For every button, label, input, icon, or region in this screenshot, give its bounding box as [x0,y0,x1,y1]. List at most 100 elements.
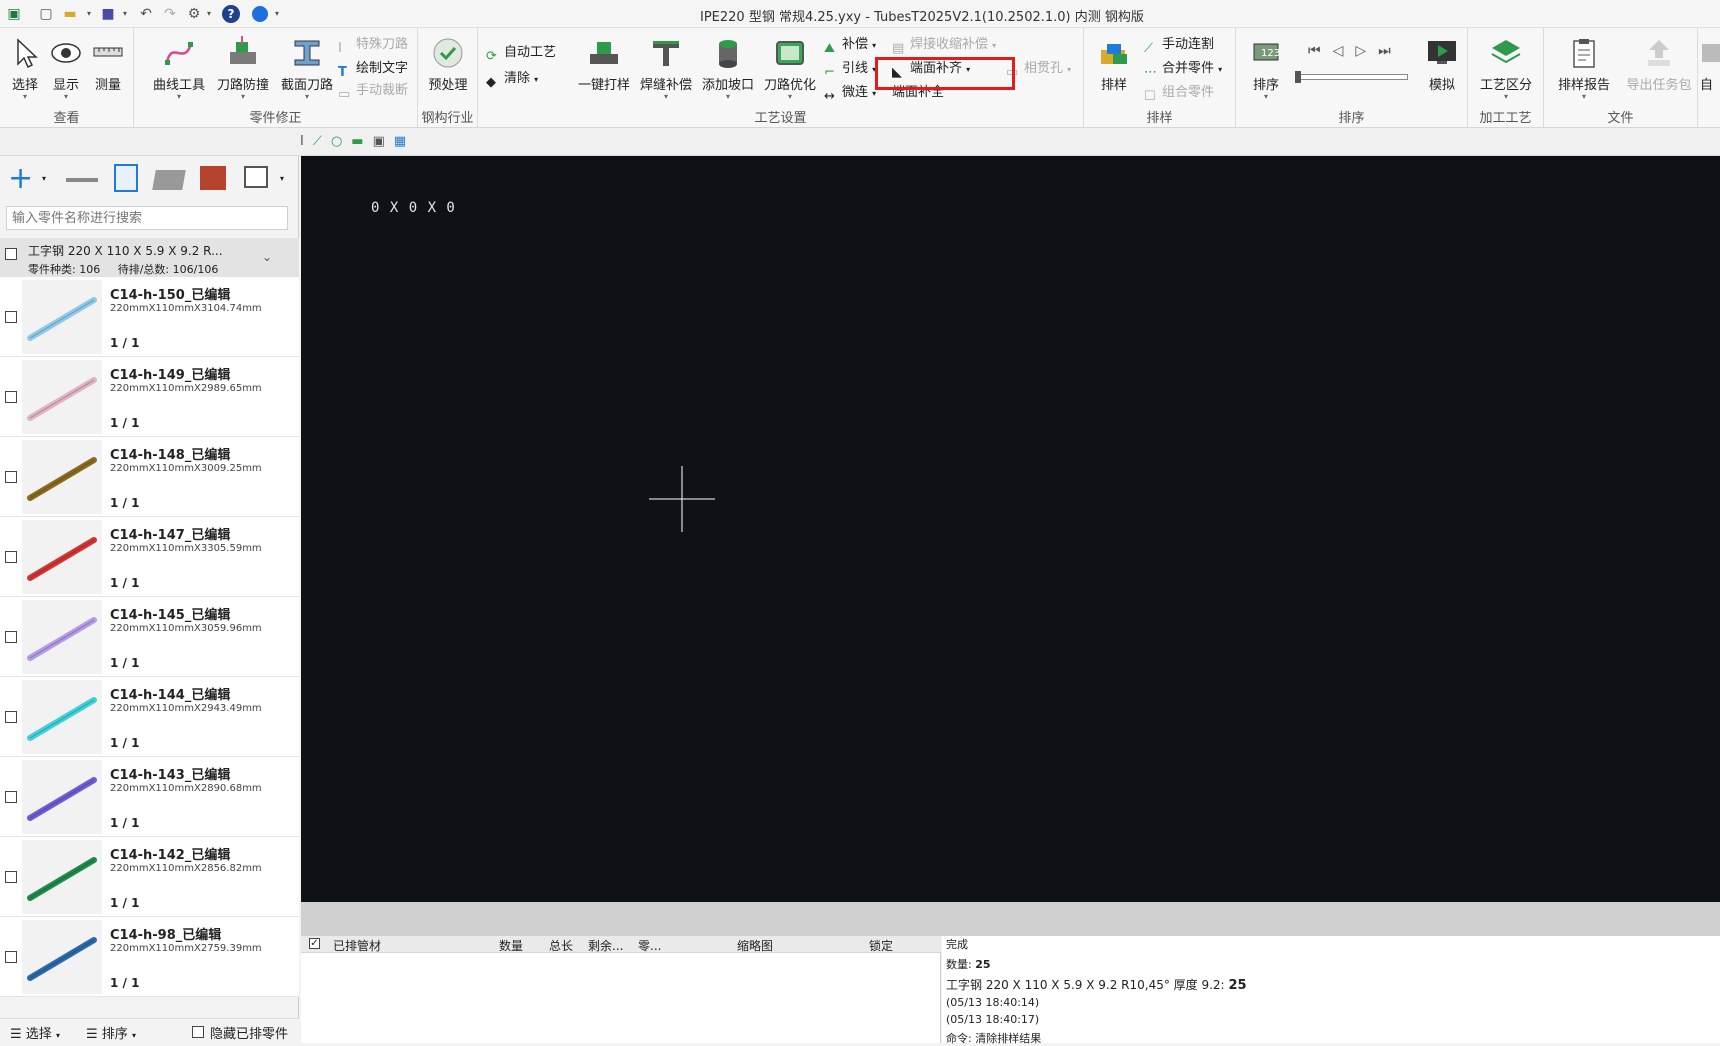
one-key-sample-button[interactable]: 一键打样 [570,36,638,93]
lead-icon: ⌐ [824,64,835,80]
path-collision-button[interactable]: 刀路防撞 ▾ [210,36,276,101]
add-part-icon[interactable]: + [8,164,33,194]
part-checkbox[interactable] [5,791,17,803]
part-row[interactable]: C14-h-144_已编辑 220mmX110mmX2943.49mm 1 / 1 [0,677,299,757]
part-row[interactable]: C14-h-149_已编辑 220mmX110mmX2989.65mm 1 / 1 [0,357,299,437]
select-menu-button[interactable]: ☰ 选择 ▾ [10,1023,60,1042]
manual-cut-button[interactable]: ▭ 手动裁断 [338,80,408,102]
special-path-button[interactable]: Ⅰ 特殊刀路 [338,34,408,56]
manual-cut-link-button[interactable]: ⟋ 手动连割 [1144,34,1214,56]
part-row[interactable]: C14-h-142_已编辑 220mmX110mmX2856.82mm 1 / 1 [0,837,299,917]
add-bevel-button[interactable]: 添加坡口 ▾ [694,36,762,101]
dropdown-icon[interactable]: ▾ [84,4,94,24]
app-icon[interactable]: ▣ [4,4,24,24]
remove-part-icon[interactable] [66,178,98,182]
part-checkbox[interactable] [5,471,17,483]
cut-view-icon[interactable]: ▣ [373,134,394,149]
col-remaining[interactable]: 剩余... [588,937,623,954]
select-all-checkbox[interactable]: ✓ [309,938,320,949]
col-thumbnail[interactable]: 缩略图 [737,937,773,954]
part-row[interactable]: C14-h-145_已编辑 220mmX110mmX3059.96mm 1 / 1 [0,597,299,677]
part-row[interactable]: C14-h-150_已编辑 220mmX110mmX3104.74mm 1 / 1 [0,277,299,357]
col-lock[interactable]: 锁定 [869,937,893,954]
settings-icon[interactable]: ⚙ [184,4,204,24]
process-zone-button[interactable]: 工艺区分 ▾ [1472,36,1540,101]
part-row[interactable]: C14-h-147_已编辑 220mmX110mmX3305.59mm 1 / 1 [0,517,299,597]
import-icon[interactable] [114,164,138,192]
panel-splitter[interactable] [301,902,1720,936]
part-checkbox[interactable] [5,631,17,643]
col-total-length[interactable]: 总长 [549,937,573,954]
part-size: 220mmX110mmX3104.74mm [110,303,262,314]
save-icon[interactable]: ■ [98,4,118,24]
redo-icon[interactable]: ↷ [160,4,180,24]
part-search-input[interactable] [6,206,288,230]
export-task-button[interactable]: 导出任务包 [1620,36,1698,93]
group-checkbox[interactable] [5,248,17,260]
clear-button[interactable]: ◆ 清除 ▾ [486,68,538,90]
intersect-hole-button[interactable]: ▭ 相贯孔 ▾ [1006,58,1071,80]
step-back-icon[interactable]: ◁ [1333,43,1356,59]
open-folder-icon[interactable]: ▬ [60,4,80,24]
part-checkbox[interactable] [5,311,17,323]
material-group-header[interactable]: 工字钢 220 X 110 X 5.9 X 9.2 R... 零件种类: 106… [0,238,299,282]
curve-tool-button[interactable]: 曲线工具 ▾ [146,36,212,101]
i-beam-view-icon[interactable]: Ⅰ [300,134,313,149]
hide-nested-checkbox[interactable] [192,1026,204,1038]
move-part-icon[interactable] [152,170,186,190]
tube-tool-icon[interactable]: ▬ [351,134,372,149]
part-row[interactable]: C14-h-148_已编辑 220mmX110mmX3009.25mm 1 / 1 [0,437,299,517]
dropdown-icon[interactable]: ▾ [280,174,284,183]
part-row[interactable]: C14-h-98_已编辑 220mmX110mmX2759.39mm 1 / 1 [0,917,299,997]
dropdown-icon[interactable]: ▾ [42,174,46,183]
preprocess-button[interactable]: 预处理 [420,36,476,93]
progress-slider[interactable] [1295,71,1408,83]
new-file-icon[interactable]: ▢ [36,4,56,24]
ribbon-group-file: 排样报告 ▾ 导出任务包 文件 [1544,28,1698,128]
part-checkbox[interactable] [5,951,17,963]
slider-handle[interactable] [1295,71,1301,83]
path-opt-button[interactable]: 刀路优化 ▾ [756,36,824,101]
compensate-button[interactable]: ⛰ 补偿 ▾ [824,34,876,56]
chevron-down-icon[interactable]: ⌄ [262,250,272,264]
simulate-button[interactable]: 模拟 [1414,36,1470,93]
combine-parts-button[interactable]: ☐ 组合零件 [1144,82,1214,104]
drawing-canvas[interactable]: 0 X 0 X 0 [301,156,1720,902]
micro-connect-button[interactable]: ↔ 微连 ▾ [824,82,876,104]
sort-menu-button[interactable]: ☰ 排序 ▾ [86,1023,136,1042]
undo-icon[interactable]: ↶ [136,4,156,24]
merge-parts-button[interactable]: ⋯ 合并零件 ▾ [1144,58,1222,80]
fit-view-icon[interactable]: ▦ [394,134,415,149]
part-checkbox[interactable] [5,551,17,563]
part-checkbox[interactable] [5,711,17,723]
theme-icon[interactable] [252,6,268,22]
nest-report-button[interactable]: 排样报告 ▾ [1550,36,1618,101]
step-forward-icon[interactable]: ▷ [1355,43,1378,59]
part-checkbox[interactable] [5,871,17,883]
fast-forward-icon[interactable]: ⏭ [1378,43,1403,59]
weld-shrink-button[interactable]: ▤ 焊接收缩补偿 ▾ [892,34,996,56]
col-parts[interactable]: 零... [638,937,661,954]
help-icon[interactable]: ? [222,5,240,23]
dropdown-icon[interactable]: ▾ [272,4,282,24]
col-quantity[interactable]: 数量 [499,937,523,954]
measure-button[interactable]: 测量 [80,36,136,93]
lead-button[interactable]: ⌐ 引线 ▾ [824,58,876,80]
circle-tool-icon[interactable]: ○ [331,134,351,149]
edit-list-icon[interactable] [244,166,268,188]
part-checkbox[interactable] [5,391,17,403]
part-row[interactable]: C14-h-143_已编辑 220mmX110mmX2890.68mm 1 / 1 [0,757,299,837]
dropdown-icon[interactable]: ▾ [204,4,214,24]
sort-button[interactable]: 123 排序 ▾ [1238,36,1294,101]
line-tool-icon[interactable]: ⟋ [313,134,331,149]
box-part-icon[interactable] [200,166,226,190]
auto-process-button[interactable]: ⟳ 自动工艺 [486,42,556,64]
draw-text-button[interactable]: T 绘制文字 [338,58,408,80]
dropdown-icon[interactable]: ▾ [120,4,130,24]
rewind-icon[interactable]: ⏮ [1308,43,1333,59]
nest-button[interactable]: 排样 [1086,36,1142,93]
weld-comp-button[interactable]: 焊缝补偿 ▾ [632,36,700,101]
col-nested-tube[interactable]: 已排管材 [333,937,381,954]
auto-partial-button[interactable]: 自 [1700,36,1720,93]
section-path-button[interactable]: 截面刀路 ▾ [274,36,340,101]
